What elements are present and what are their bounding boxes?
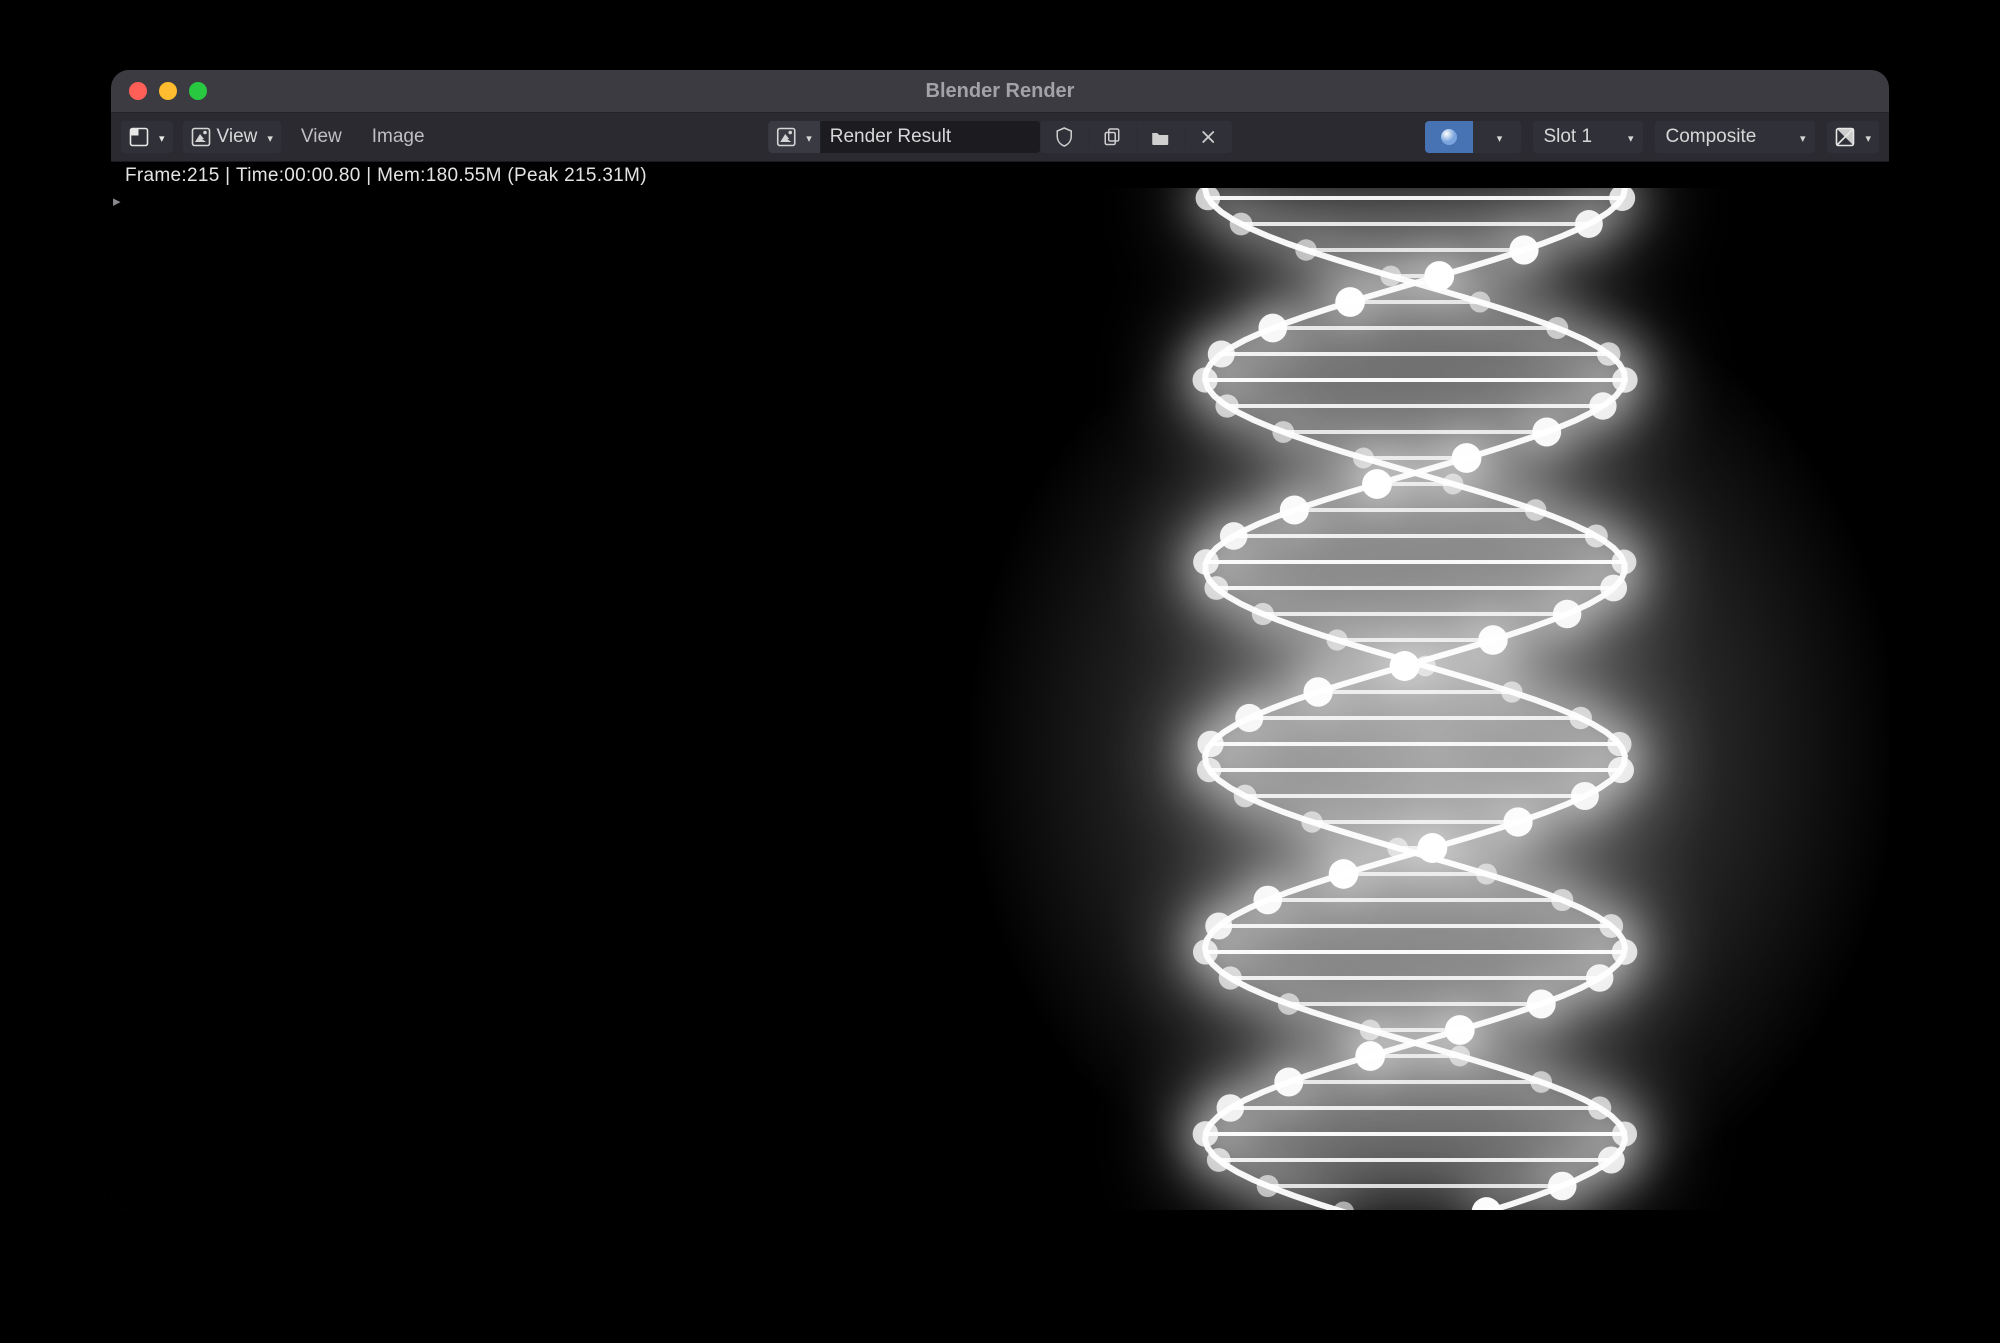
image-name-field[interactable]: Render Result [820, 121, 1040, 153]
close-icon [1200, 129, 1216, 145]
copy-icon [1103, 127, 1121, 147]
status-mem-label: Mem: [377, 165, 426, 187]
browse-image-button[interactable]: ▾ [768, 121, 820, 153]
view-menu[interactable]: View [291, 126, 352, 148]
layer-dropdown[interactable]: Composite ▾ [1655, 121, 1815, 153]
display-channels-icon [1835, 127, 1855, 147]
render-image [135, 188, 1889, 1210]
render-status: Frame: 215 | Time: 00:00.80 | Mem: 180.5… [111, 162, 1889, 190]
status-peak-value: 215.31M [564, 165, 640, 187]
image-name-value: Render Result [830, 126, 951, 148]
window-controls [129, 82, 207, 100]
status-frame-value: 215 [187, 165, 220, 187]
render-helix [135, 188, 1889, 1210]
toolbar-expand-handle-left[interactable]: ▸ [113, 192, 121, 210]
titlebar: Blender Render [111, 70, 1889, 113]
window-title: Blender Render [111, 80, 1889, 103]
close-window-button[interactable] [129, 82, 147, 100]
viewport-shading-icon [1439, 127, 1459, 147]
viewport-shading-group: ▾ [1425, 121, 1521, 153]
image-datablock-group: ▾ Render Result [768, 121, 1232, 153]
slot-label: Slot 1 [1543, 126, 1592, 148]
chevron-down-icon: ▾ [1800, 132, 1806, 145]
fake-user-button[interactable] [1040, 121, 1088, 153]
image-actions [1040, 121, 1232, 153]
status-time-label: Time: [236, 165, 284, 187]
chevron-down-icon: ▾ [1497, 132, 1503, 145]
image-datablock[interactable]: ▾ Render Result [768, 121, 1040, 153]
image-mode-icon [191, 127, 211, 147]
chevron-down-icon: ▾ [267, 132, 273, 145]
mode-view-label: View [217, 126, 258, 148]
render-window: Blender Render ▾ View ▾ View Image [111, 70, 1889, 1210]
viewport-shading-button[interactable] [1425, 121, 1473, 153]
chevron-down-icon: ▾ [806, 132, 812, 145]
chevron-down-icon: ▾ [1865, 132, 1871, 145]
viewport-shading-dropdown[interactable]: ▾ [1473, 121, 1521, 153]
folder-open-icon [1150, 127, 1170, 147]
slot-dropdown[interactable]: Slot 1 ▾ [1533, 121, 1643, 153]
image-menu[interactable]: Image [362, 126, 435, 148]
display-channels-dropdown[interactable]: ▾ [1827, 121, 1879, 153]
unlink-image-button[interactable] [1184, 121, 1232, 153]
image-mode-view-dropdown[interactable]: View ▾ [183, 121, 281, 153]
new-image-button[interactable] [1088, 121, 1136, 153]
image-viewport[interactable]: ▸ ◂ [111, 188, 1889, 1210]
minimize-window-button[interactable] [159, 82, 177, 100]
toolbar: ▾ View ▾ View Image ▾ Render Result [111, 113, 1889, 162]
status-time-value: 00:00.80 [284, 165, 360, 187]
toolbar-right: ▾ Slot 1 ▾ Composite ▾ ▾ [1425, 121, 1879, 153]
image-browse-icon [776, 127, 796, 147]
layer-label: Composite [1665, 126, 1756, 148]
chevron-down-icon: ▾ [1628, 132, 1634, 145]
status-mem-value: 180.55M [426, 165, 502, 187]
shield-icon [1055, 127, 1073, 147]
status-peak-label: Peak [514, 165, 559, 187]
zoom-window-button[interactable] [189, 82, 207, 100]
open-image-button[interactable] [1136, 121, 1184, 153]
chevron-down-icon: ▾ [159, 132, 165, 145]
status-frame-label: Frame: [125, 165, 187, 187]
editor-type-dropdown[interactable]: ▾ [121, 121, 173, 153]
editor-type-icon [129, 127, 149, 147]
